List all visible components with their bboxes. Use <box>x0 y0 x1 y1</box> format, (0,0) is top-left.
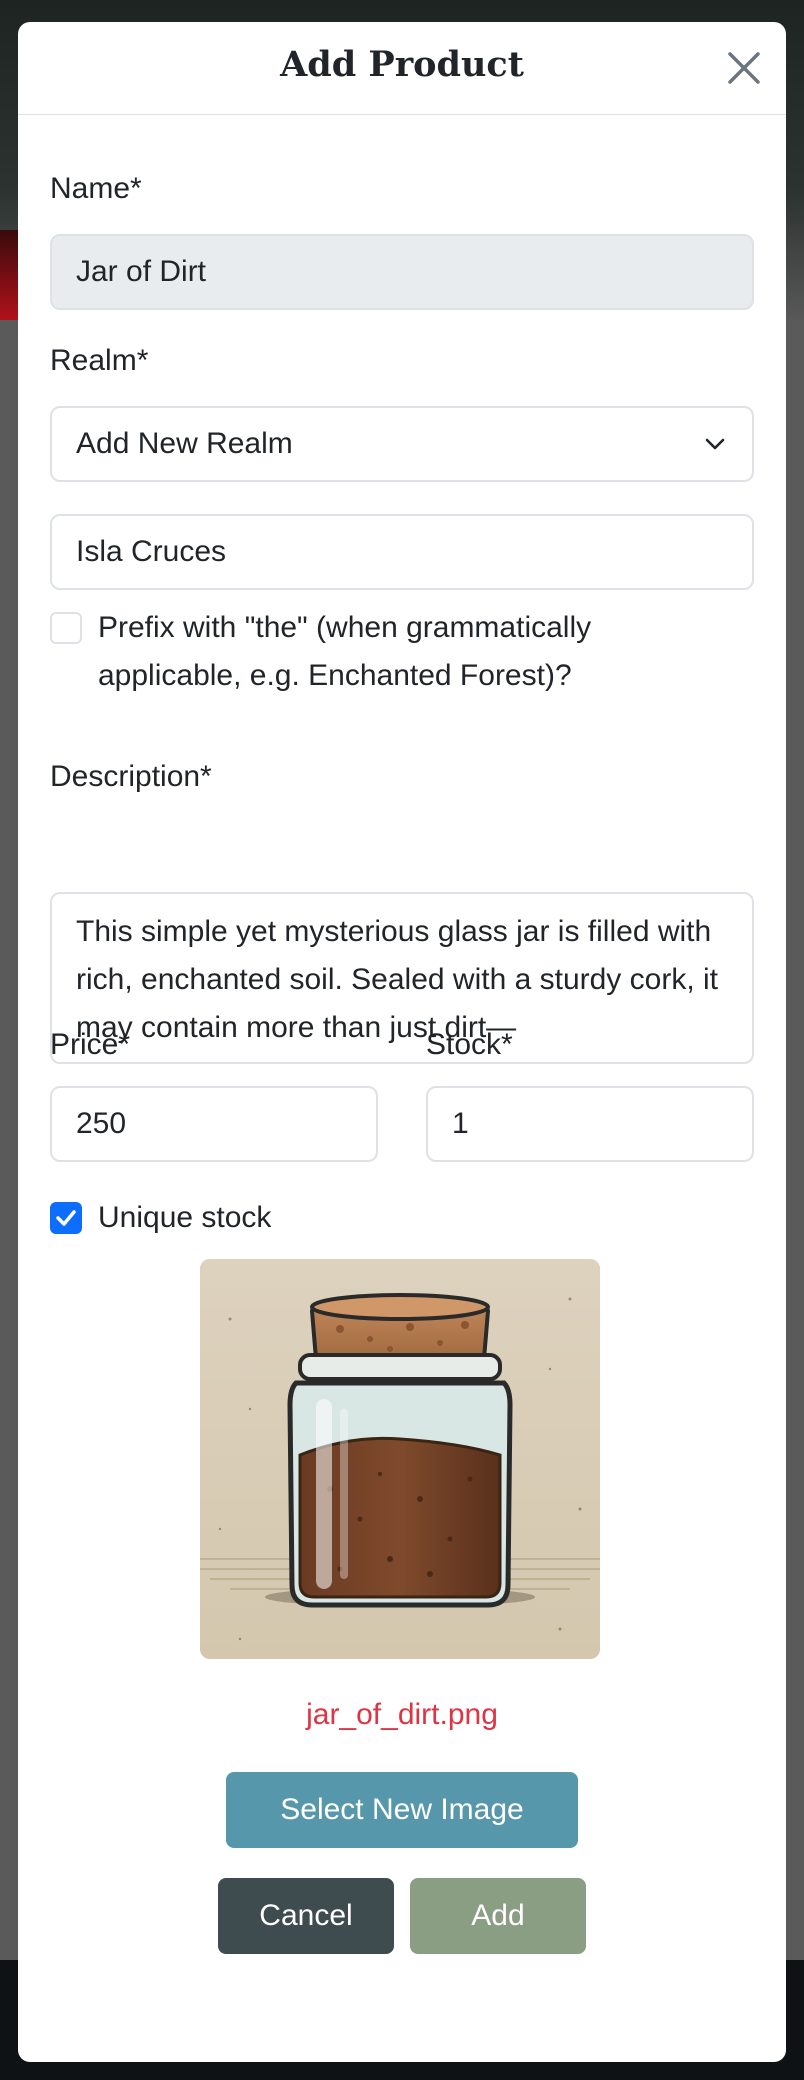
jar-of-dirt-illustration <box>200 1259 600 1659</box>
stock-input[interactable]: 1 <box>426 1086 754 1162</box>
prefix-checkbox-label: Prefix with "the" (when grammatically ap… <box>98 611 592 692</box>
realm-select-value: Add New Realm <box>76 427 293 460</box>
realm-select[interactable]: Add New Realm <box>50 406 754 482</box>
stock-label: Stock* <box>426 1028 513 1061</box>
image-filename: jar_of_dirt.png <box>306 1698 498 1731</box>
price-input[interactable]: 250 <box>50 1086 378 1162</box>
name-label: Name* <box>50 172 142 205</box>
realm-label: Realm* <box>50 344 149 377</box>
unique-stock-checkbox[interactable] <box>50 1202 82 1234</box>
product-image-preview <box>200 1259 600 1659</box>
prefix-checkbox[interactable] <box>50 612 82 644</box>
name-input[interactable]: Jar of Dirt <box>50 234 754 310</box>
select-new-image-button[interactable]: Select New Image <box>226 1772 578 1848</box>
unique-stock-label: Unique stock <box>98 1201 272 1234</box>
description-textarea[interactable]: This simple yet mysterious glass jar is … <box>50 892 754 1064</box>
modal-title: Add Product <box>280 44 524 85</box>
price-label: Price* <box>50 1028 131 1061</box>
close-icon[interactable] <box>724 48 764 88</box>
chevron-down-icon <box>705 438 725 450</box>
new-realm-input[interactable]: Isla Cruces <box>50 514 754 590</box>
add-product-modal: Add Product Name* Jar of Dirt Realm* Add… <box>18 22 786 2062</box>
add-button[interactable]: Add <box>410 1878 586 1954</box>
modal-header: Add Product <box>18 22 786 115</box>
description-label: Description* <box>50 760 212 793</box>
check-icon <box>56 1210 76 1226</box>
cancel-button[interactable]: Cancel <box>218 1878 394 1954</box>
